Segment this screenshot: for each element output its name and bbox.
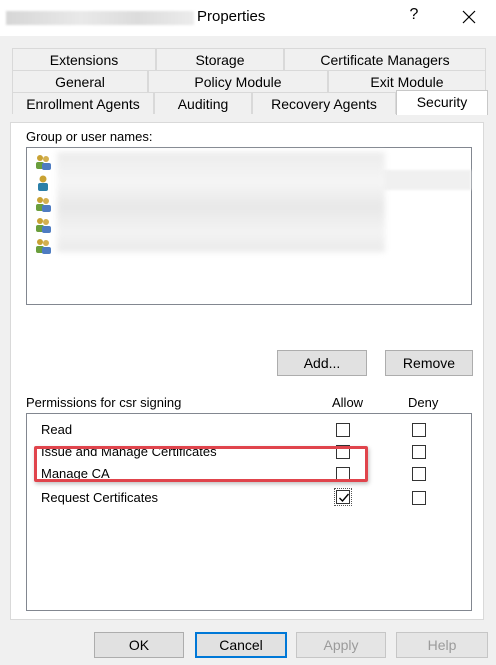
tab-certificate-managers[interactable]: Certificate Managers <box>284 48 486 70</box>
allow-column-header: Allow <box>332 395 364 410</box>
tab-policy-module[interactable]: Policy Module <box>148 70 328 92</box>
title-bar: Properties ? <box>0 0 496 36</box>
permissions-label: Permissions for csr signing <box>26 395 182 410</box>
add-button[interactable]: Add... <box>277 350 367 376</box>
close-button[interactable] <box>458 6 480 28</box>
close-icon <box>462 10 476 24</box>
permissions-listbox: Read Issue and Manage Certificates Manag… <box>26 413 472 611</box>
redacted-title-prefix <box>6 11 194 25</box>
tab-storage[interactable]: Storage <box>156 48 284 70</box>
user-group-icon <box>36 218 51 233</box>
help-title-button[interactable]: ? <box>404 6 424 28</box>
deny-read-checkbox[interactable] <box>412 423 426 437</box>
deny-manage-ca-checkbox[interactable] <box>412 467 426 481</box>
tab-auditing[interactable]: Auditing <box>154 92 252 114</box>
help-button[interactable]: Help <box>396 632 488 658</box>
apply-button[interactable]: Apply <box>296 632 386 658</box>
user-group-icon <box>36 197 51 212</box>
allow-request-certificates-checkbox[interactable] <box>334 488 352 506</box>
user-group-icon <box>36 239 51 254</box>
tab-recovery-agents[interactable]: Recovery Agents <box>252 92 396 114</box>
ok-button[interactable]: OK <box>94 632 184 658</box>
allow-read-checkbox[interactable] <box>336 423 350 437</box>
properties-dialog: Extensions Storage Certificate Managers … <box>0 36 496 665</box>
remove-button[interactable]: Remove <box>385 350 473 376</box>
permission-name-request-certificates: Request Certificates <box>41 490 159 505</box>
deny-column-header: Deny <box>408 395 439 410</box>
deny-issue-manage-checkbox[interactable] <box>412 445 426 459</box>
tab-exit-module[interactable]: Exit Module <box>328 70 486 92</box>
window-title: Properties <box>197 8 266 25</box>
tab-extensions[interactable]: Extensions <box>12 48 156 70</box>
redacted-user-names <box>57 152 385 252</box>
cancel-button[interactable]: Cancel <box>195 632 287 658</box>
user-group-icon <box>36 155 51 170</box>
request-certificates-highlight <box>34 446 368 482</box>
tab-general[interactable]: General <box>12 70 148 92</box>
tab-enrollment-agents[interactable]: Enrollment Agents <box>12 92 154 114</box>
tab-security[interactable]: Security <box>396 90 488 115</box>
permission-name-read: Read <box>41 422 73 437</box>
user-icon <box>38 175 48 191</box>
checkmark-icon <box>339 493 350 503</box>
deny-request-certificates-checkbox[interactable] <box>412 491 426 505</box>
security-panel: Group or user names: Add... Remove Permi… <box>10 122 484 620</box>
group-or-user-names-label: Group or user names: <box>26 129 153 144</box>
group-user-listbox[interactable] <box>26 147 472 305</box>
